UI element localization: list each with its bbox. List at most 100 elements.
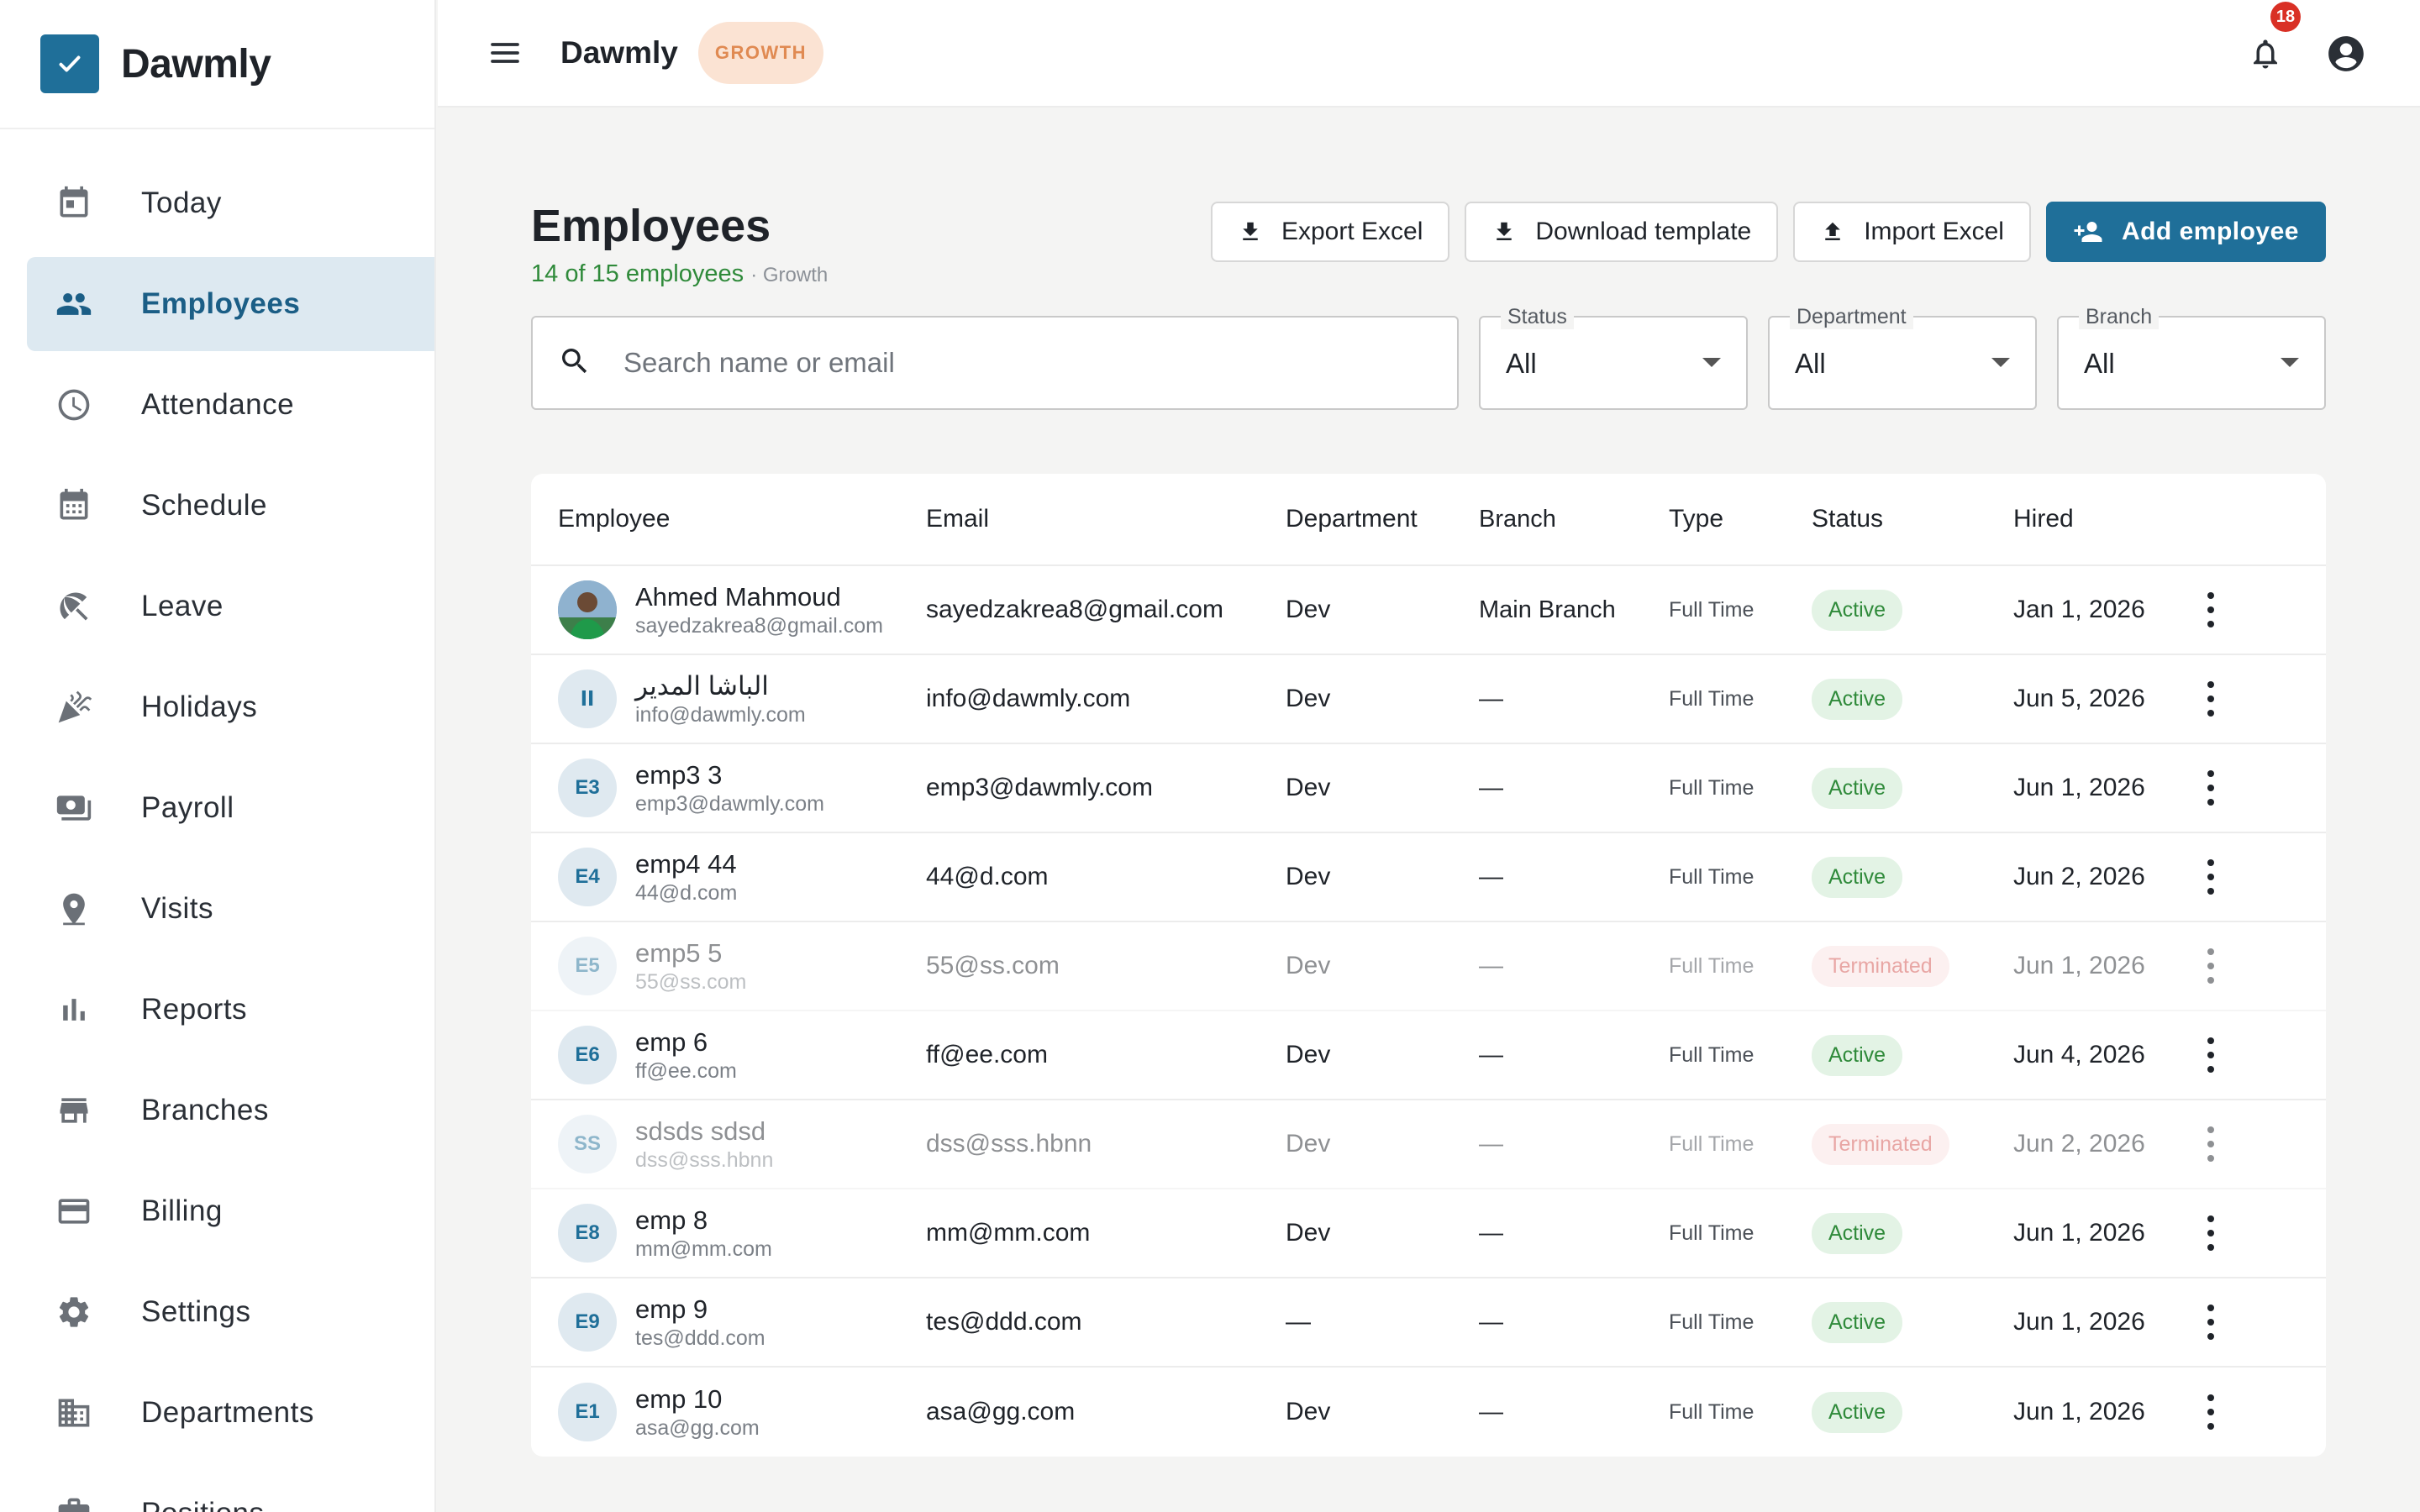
employee-name[interactable]: emp 8 xyxy=(635,1205,772,1236)
sidebar-item-employees[interactable]: Employees xyxy=(27,257,434,351)
status-cell: Terminated xyxy=(1812,1123,2013,1165)
employee-subtitle-email: mm@mm.com xyxy=(635,1236,772,1261)
avatar-initials: E1 xyxy=(575,1400,600,1423)
avatar: E5 xyxy=(558,937,617,995)
more-vert-icon[interactable] xyxy=(2194,589,2228,631)
celebration-icon xyxy=(52,685,96,729)
table-row[interactable]: E4 emp4 44 44@d.com 44@d.com Dev — Full Time Ac… xyxy=(531,833,2326,922)
department-select-value: All xyxy=(1795,348,1826,379)
sidebar-item-schedule[interactable]: Schedule xyxy=(27,459,434,553)
employee-name[interactable]: الباشا المدير xyxy=(635,671,806,701)
building-icon xyxy=(52,1391,96,1435)
avatar: E8 xyxy=(558,1204,617,1263)
import-excel-button[interactable]: Import Excel xyxy=(1793,202,2031,262)
more-vert-icon[interactable] xyxy=(2194,945,2228,987)
department-cell: Dev xyxy=(1286,1219,1331,1247)
table-row[interactable]: SS sdsds sdsd dss@sss.hbnn dss@sss.hbnn Dev —… xyxy=(531,1100,2326,1189)
header-email[interactable]: Email xyxy=(926,505,1286,533)
avatar: SS xyxy=(558,1115,617,1173)
branch-select[interactable]: Branch All xyxy=(2057,305,2326,410)
header-branch[interactable]: Branch xyxy=(1479,502,1669,536)
sidebar-item-branches[interactable]: Branches xyxy=(27,1063,434,1158)
employee-name[interactable]: sdsds sdsd xyxy=(635,1116,773,1147)
sidebar-item-leave[interactable]: Leave xyxy=(27,559,434,654)
sidebar-item-reports[interactable]: Reports xyxy=(27,963,434,1057)
table-row[interactable]: E8 emp 8 mm@mm.com mm@mm.com Dev — Full Time Ac… xyxy=(531,1189,2326,1278)
table-row[interactable]: اا الباشا المدير info@dawmly.com info@dawml… xyxy=(531,655,2326,744)
employee-cell: Ahmed Mahmoud sayedzakrea8@gmail.com xyxy=(531,580,926,639)
beach-umbrella-icon xyxy=(52,585,96,628)
status-cell: Active xyxy=(1812,1212,2013,1254)
table-row[interactable]: E5 emp5 5 55@ss.com 55@ss.com Dev — Full Time T… xyxy=(531,922,2326,1011)
employee-name[interactable]: emp 9 xyxy=(635,1294,765,1325)
row-actions xyxy=(2148,767,2274,809)
avatar: E1 xyxy=(558,1383,617,1441)
sidebar-item-positions[interactable]: Positions xyxy=(27,1467,434,1512)
branch-cell: — xyxy=(1479,1220,1503,1247)
brand[interactable]: Dawmly xyxy=(0,0,434,129)
employee-name[interactable]: emp 10 xyxy=(635,1384,760,1415)
sidebar-item-label: Billing xyxy=(141,1194,223,1227)
search-box[interactable] xyxy=(531,316,1459,410)
more-vert-icon[interactable] xyxy=(2194,767,2228,809)
sidebar-item-attendance[interactable]: Attendance xyxy=(27,358,434,452)
status-badge: Active xyxy=(1812,1212,1903,1254)
status-cell: Active xyxy=(1812,678,2013,720)
export-excel-button[interactable]: Export Excel xyxy=(1210,202,1450,262)
employee-name[interactable]: Ahmed Mahmoud xyxy=(635,582,883,612)
more-vert-icon[interactable] xyxy=(2194,1034,2228,1076)
status-cell: Active xyxy=(1812,1301,2013,1343)
table-row[interactable]: E9 emp 9 tes@ddd.com tes@ddd.com — — Full Time… xyxy=(531,1278,2326,1368)
employee-name[interactable]: emp4 44 xyxy=(635,849,737,879)
sidebar-item-visits[interactable]: Visits xyxy=(27,862,434,956)
employee-name[interactable]: emp5 5 xyxy=(635,938,746,969)
employee-name[interactable]: emp3 3 xyxy=(635,760,824,790)
gear-icon xyxy=(52,1290,96,1334)
sidebar-item-payroll[interactable]: Payroll xyxy=(27,761,434,855)
status-badge: Active xyxy=(1812,1301,1903,1343)
account-circle-icon[interactable] xyxy=(2323,30,2370,77)
header-status[interactable]: Status xyxy=(1812,505,2013,533)
header-type[interactable]: Type xyxy=(1669,505,1812,533)
type-cell: Full Time xyxy=(1669,775,1754,800)
employee-cell: E9 emp 9 tes@ddd.com xyxy=(531,1293,926,1352)
hamburger-menu-icon[interactable] xyxy=(485,33,525,73)
table-row[interactable]: Ahmed Mahmoud sayedzakrea8@gmail.com sayed… xyxy=(531,566,2326,655)
employee-name[interactable]: emp 6 xyxy=(635,1027,737,1058)
more-vert-icon[interactable] xyxy=(2194,1212,2228,1254)
employee-cell: E4 emp4 44 44@d.com xyxy=(531,848,926,906)
table-body: Ahmed Mahmoud sayedzakrea8@gmail.com sayed… xyxy=(531,566,2326,1457)
more-vert-icon[interactable] xyxy=(2194,678,2228,720)
sidebar-item-billing[interactable]: Billing xyxy=(27,1164,434,1258)
status-select[interactable]: Status All xyxy=(1479,305,1748,410)
header-employee[interactable]: Employee xyxy=(531,505,926,533)
table-row[interactable]: E3 emp3 3 emp3@dawmly.com emp3@dawmly.com De… xyxy=(531,744,2326,833)
department-cell: Dev xyxy=(1286,1398,1331,1425)
add-employee-button[interactable]: Add employee xyxy=(2045,202,2326,262)
more-vert-icon[interactable] xyxy=(2194,856,2228,898)
sidebar-item-departments[interactable]: Departments xyxy=(27,1366,434,1460)
search-input[interactable] xyxy=(623,347,1380,379)
plan-label: · Growth xyxy=(750,264,829,286)
hired-cell: Jun 1, 2026 xyxy=(2013,1398,2145,1425)
branch-cell: — xyxy=(1479,1399,1503,1425)
header-hired[interactable]: Hired xyxy=(2013,502,2198,536)
branch-cell: — xyxy=(1479,864,1503,890)
hired-cell: Jun 2, 2026 xyxy=(2013,863,2145,890)
status-badge: Active xyxy=(1812,856,1903,898)
sidebar-item-today[interactable]: Today xyxy=(27,156,434,250)
sidebar-item-settings[interactable]: Settings xyxy=(27,1265,434,1359)
table-row[interactable]: E6 emp 6 ff@ee.com ff@ee.com Dev — Full Time Ac… xyxy=(531,1011,2326,1100)
department-cell: Dev xyxy=(1286,596,1331,623)
more-vert-icon[interactable] xyxy=(2194,1301,2228,1343)
table-row[interactable]: E1 emp 10 asa@gg.com asa@gg.com Dev — Full Tim… xyxy=(531,1368,2326,1457)
sidebar-item-holidays[interactable]: Holidays xyxy=(27,660,434,754)
more-vert-icon[interactable] xyxy=(2194,1123,2228,1165)
download-template-button[interactable]: Download template xyxy=(1465,202,1779,262)
notifications-bell-icon[interactable]: 18 xyxy=(2242,2,2301,77)
header-department[interactable]: Department xyxy=(1286,505,1479,533)
department-select[interactable]: Department All xyxy=(1768,305,2037,410)
row-actions xyxy=(2148,856,2274,898)
sidebar-item-label: Leave xyxy=(141,590,224,622)
more-vert-icon[interactable] xyxy=(2194,1391,2228,1433)
